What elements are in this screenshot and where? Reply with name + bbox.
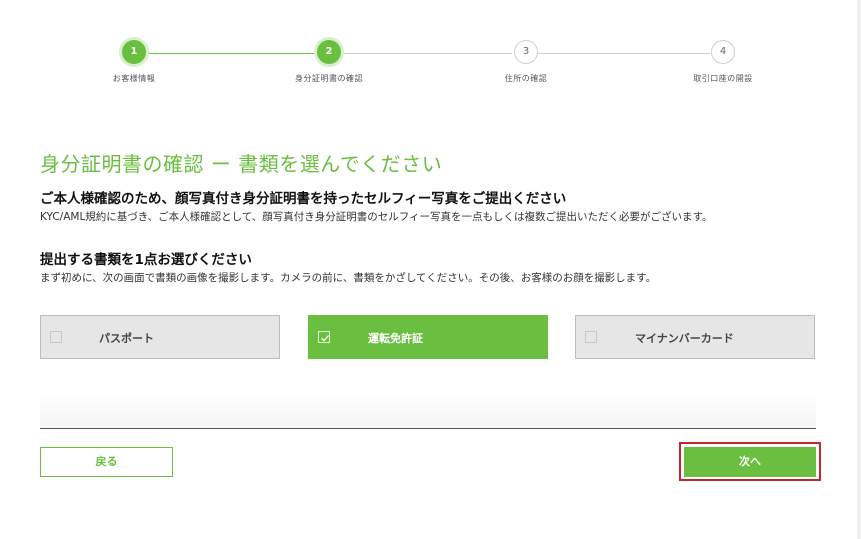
checkbox-checked-icon[interactable] <box>318 331 330 343</box>
option-my-number-card[interactable]: マイナンバーカード <box>575 315 815 359</box>
step-label: お客様情報 <box>112 74 156 83</box>
option-label: 運転免許証 <box>368 332 423 345</box>
step-address-verification: 3 住所の確認 <box>446 40 606 84</box>
option-label: パスポート <box>99 332 154 345</box>
progress-stepper: 1 お客様情報 2 身分証明書の確認 3 住所の確認 4 取引口座の開設 <box>0 40 861 100</box>
step-label: 取引口座の開設 <box>693 74 753 83</box>
selfie-requirement-heading: ご本人様確認のため、顔写真付き身分証明書を持ったセルフィー写真をご提出ください <box>40 191 567 207</box>
checkbox-icon[interactable] <box>585 331 597 343</box>
page-title: 身分証明書の確認 ー 書類を選んでください <box>40 152 443 176</box>
option-passport[interactable]: パスポート <box>40 315 280 359</box>
step-number-badge: 4 <box>711 40 735 64</box>
step-number-badge: 3 <box>514 40 538 64</box>
option-drivers-license[interactable]: 運転免許証 <box>308 315 548 359</box>
step-account-opening: 4 取引口座の開設 <box>643 40 803 84</box>
step-id-verification: 2 身分証明書の確認 <box>249 40 409 84</box>
checkmark-icon <box>321 335 330 342</box>
kyc-document-selection-page: 1 お客様情報 2 身分証明書の確認 3 住所の確認 4 取引口座の開設 身分証… <box>0 0 861 539</box>
document-choice-description: まず初めに、次の画面で書類の画像を撮影します。カメラの前に、書類をかざしてくださ… <box>40 272 657 284</box>
step-customer-info: 1 お客様情報 <box>54 40 214 84</box>
document-choice-heading: 提出する書類を1点お選びください <box>40 252 252 268</box>
step-number-badge: 1 <box>122 40 146 64</box>
step-label: 身分証明書の確認 <box>295 74 363 83</box>
divider <box>40 428 816 429</box>
next-button[interactable]: 次へ <box>684 447 816 477</box>
step-number-badge: 2 <box>317 40 341 64</box>
content-fade <box>40 395 816 428</box>
option-label: マイナンバーカード <box>635 332 734 345</box>
step-label: 住所の確認 <box>504 74 548 83</box>
back-button[interactable]: 戻る <box>40 447 173 477</box>
checkbox-icon[interactable] <box>50 331 62 343</box>
selfie-requirement-description: KYC/AML規約に基づき、ご本人様確認として、顔写真付き身分証明書のセルフィー… <box>40 211 713 223</box>
